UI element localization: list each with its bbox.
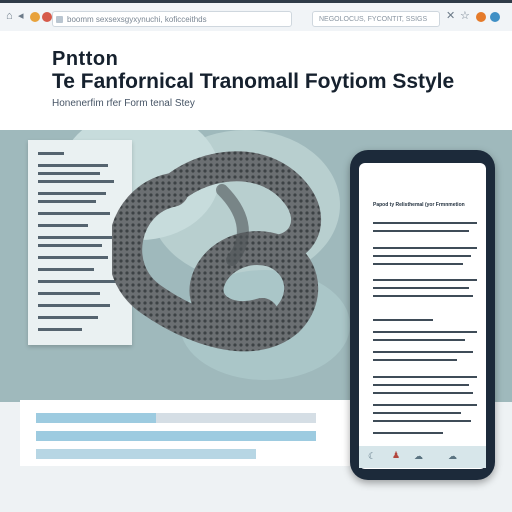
doc-line xyxy=(38,244,102,247)
phone-line xyxy=(373,279,477,281)
phone-line xyxy=(373,331,477,333)
extension-icon[interactable] xyxy=(42,12,52,22)
phone-screen xyxy=(359,163,486,469)
browser-logo-icon[interactable] xyxy=(30,12,40,22)
doc-line xyxy=(38,212,110,215)
phone-line xyxy=(373,339,465,341)
page-title-line2: Te Fanfornical Tranomall Foytiom Sstyle xyxy=(52,70,455,93)
phone-line xyxy=(373,412,461,414)
home-icon[interactable]: ⌂ xyxy=(6,9,13,23)
search-text: NEGOLOCUS, FYCONTIT, SSIGS xyxy=(319,16,428,23)
doc-line xyxy=(38,224,88,227)
doc-line xyxy=(38,236,112,239)
doc-line xyxy=(38,268,94,271)
doc-line xyxy=(38,152,64,155)
phone-line xyxy=(373,247,477,249)
phone-line xyxy=(373,351,473,353)
progress-bar xyxy=(36,449,256,459)
phone-line xyxy=(373,255,471,257)
page-subtitle: Honenerfim rfer Form tenal Stey xyxy=(52,98,195,109)
phone-line xyxy=(373,404,477,406)
doc-line xyxy=(38,164,108,167)
lock-icon xyxy=(56,16,63,23)
phone-line xyxy=(373,376,477,378)
address-bar[interactable]: boomm sexsexsgyxynuchi, koficceithds xyxy=(52,11,292,27)
search-bar[interactable]: NEGOLOCUS, FYCONTIT, SSIGS xyxy=(312,11,440,27)
doc-line xyxy=(38,328,82,331)
doc-line xyxy=(38,256,108,259)
star-icon[interactable]: ☆ xyxy=(460,9,470,23)
progress-bar xyxy=(36,413,156,423)
progress-bar xyxy=(36,431,316,441)
cloud-icon: ☁ xyxy=(448,451,457,461)
phone-line xyxy=(373,319,433,321)
phone-line xyxy=(373,263,463,265)
browser-toolbar: ⌂ ◂ boomm sexsexsgyxynuchi, koficceithds… xyxy=(0,3,512,32)
doc-line xyxy=(38,192,106,195)
phone-line xyxy=(373,420,471,422)
shield-icon[interactable] xyxy=(490,12,500,22)
phone-line xyxy=(373,392,473,394)
fox-browser-icon[interactable] xyxy=(476,12,486,22)
phone-line xyxy=(373,295,473,297)
phone-line xyxy=(373,230,469,232)
doc-line xyxy=(38,304,110,307)
phone-line xyxy=(373,222,477,224)
phone-line xyxy=(373,359,457,361)
tab-close-icon[interactable]: ✕ xyxy=(446,9,455,23)
phone-line xyxy=(373,384,469,386)
page-title-line1: Pntton xyxy=(52,48,119,70)
cloud-icon: ☁ xyxy=(414,451,423,461)
phone-line xyxy=(373,287,469,289)
doc-line xyxy=(38,280,116,283)
doc-line xyxy=(38,200,96,203)
doc-line xyxy=(38,292,100,295)
person-icon: ♟ xyxy=(392,450,401,460)
address-text: boomm sexsexsgyxynuchi, koficceithds xyxy=(67,15,207,24)
phone-line xyxy=(373,432,443,434)
phone-heading: Papod ty Relisthemal (yor Frmnmetion xyxy=(373,202,465,208)
doc-line xyxy=(38,172,100,175)
moon-icon: ☾ xyxy=(368,451,377,461)
back-icon[interactable]: ◂ xyxy=(18,9,24,23)
snake-illustration xyxy=(112,151,322,352)
doc-line xyxy=(38,180,114,183)
doc-line xyxy=(38,316,98,319)
